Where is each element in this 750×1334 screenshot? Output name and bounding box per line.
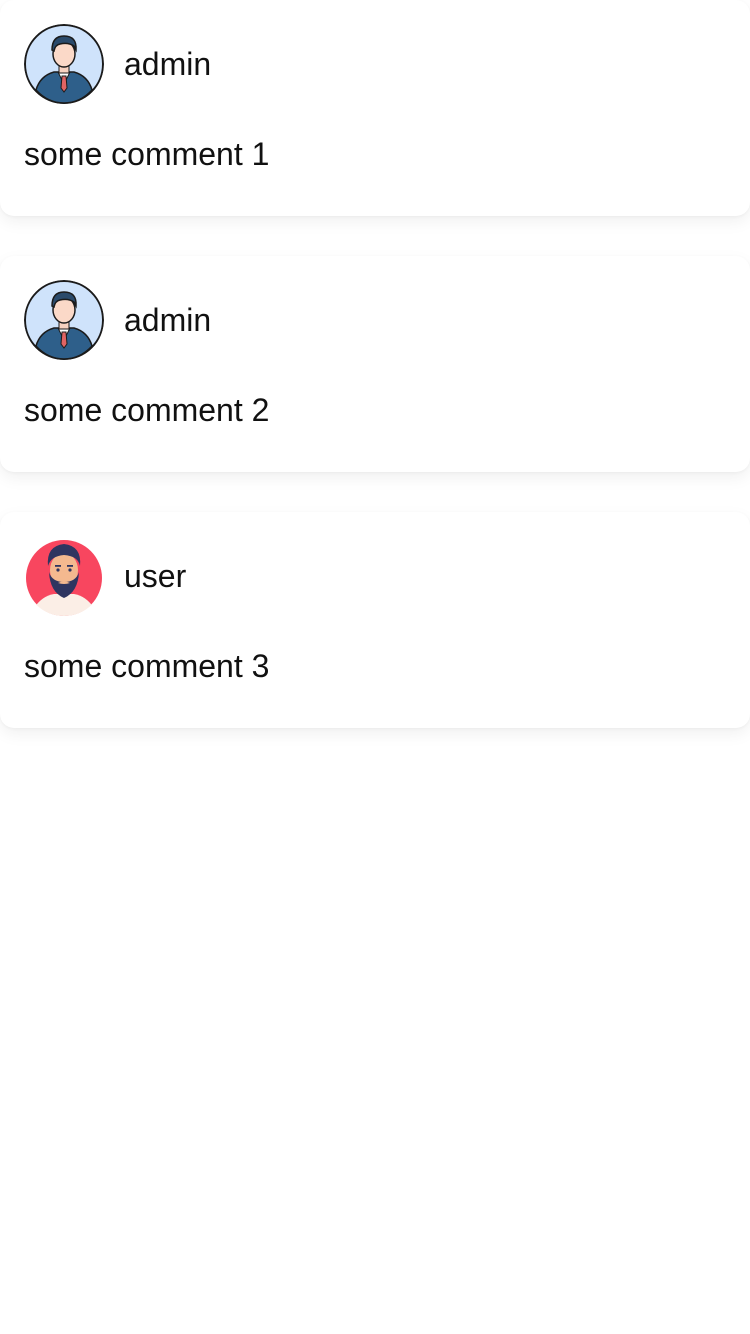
comment-header: admin <box>24 280 211 360</box>
bearded-man-avatar-icon[interactable] <box>24 536 104 616</box>
comment-header: user <box>24 536 186 616</box>
businessman-avatar-icon[interactable] <box>24 280 104 360</box>
comment-header: admin <box>24 24 211 104</box>
comment-text: some comment 1 <box>24 136 270 172</box>
comment-card: user some comment 3 <box>0 512 750 728</box>
comment-text: some comment 3 <box>24 648 270 684</box>
comment-author[interactable]: user <box>124 560 186 592</box>
comment-list: admin some comment 1 admin some comment … <box>0 0 750 1334</box>
comment-text: some comment 2 <box>24 392 270 428</box>
comment-author[interactable]: admin <box>124 48 211 80</box>
comment-author[interactable]: admin <box>124 304 211 336</box>
comment-card: admin some comment 2 <box>0 256 750 472</box>
businessman-avatar-icon[interactable] <box>24 24 104 104</box>
comment-card: admin some comment 1 <box>0 0 750 216</box>
